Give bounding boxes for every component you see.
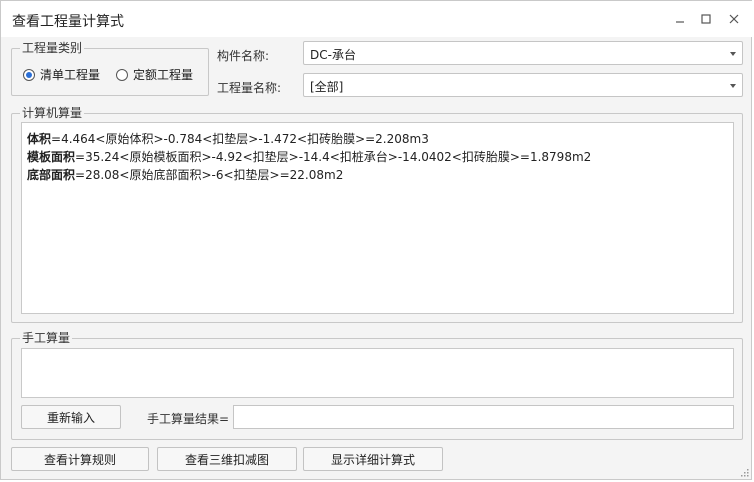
component-name-value: DC-承台 [310, 48, 356, 62]
radio-checked-icon [23, 68, 35, 81]
formula-line: 体积=4.464<原始体积>-0.784<扣垫层>-1.472<扣砖胎膜>=2.… [27, 130, 429, 147]
close-button[interactable] [723, 9, 745, 29]
formula-name: 底部面积 [27, 168, 76, 182]
dialog-title: 查看工程量计算式 [12, 14, 124, 30]
computer-calc-legend: 计算机算量 [20, 106, 85, 120]
manual-calc-group: 手工算量 重新输入 手工算量结果= [11, 331, 743, 440]
radio-bill-quantity-label: 清单工程量 [40, 68, 101, 82]
maximize-button[interactable] [695, 9, 717, 29]
view-3d-button[interactable]: 查看三维扣减图 [157, 447, 297, 471]
formula-expr: =35.24<原始模板面积>-4.92<扣垫层>-14.4<扣桩承台>-14.0… [75, 150, 592, 164]
show-detail-button[interactable]: 显示详细计算式 [303, 447, 443, 471]
chevron-down-icon [730, 52, 736, 56]
manual-result-input[interactable] [233, 405, 734, 429]
close-icon [729, 14, 739, 24]
reinput-button[interactable]: 重新输入 [21, 405, 121, 429]
quantity-name-label: 工程量名称: [217, 81, 282, 95]
manual-calc-legend: 手工算量 [20, 331, 73, 345]
radio-bill-quantity[interactable]: 清单工程量 [23, 66, 100, 83]
view-rules-button[interactable]: 查看计算规则 [11, 447, 149, 471]
quantity-name-value: [全部] [310, 80, 344, 94]
radio-norm-quantity[interactable]: 定额工程量 [116, 66, 193, 83]
formula-name: 模板面积 [27, 150, 76, 164]
formula-dialog: 查看工程量计算式 工程量类别 清单工程量 定额工程量 构件名称: DC-承台 工… [0, 0, 753, 480]
quantity-type-group: 工程量类别 清单工程量 定额工程量 [11, 41, 209, 96]
component-name-label: 构件名称: [217, 49, 270, 63]
maximize-icon [701, 14, 711, 24]
formula-expr: =28.08<原始底部面积>-6<扣垫层>=22.08m2 [75, 168, 344, 182]
formula-expr: =4.464<原始体积>-0.784<扣垫层>-1.472<扣砖胎膜>=2.20… [51, 132, 429, 146]
component-name-select[interactable]: DC-承台 [303, 41, 743, 65]
manual-result-label: 手工算量结果= [147, 412, 230, 426]
title-bar: 查看工程量计算式 [1, 1, 753, 37]
radio-norm-quantity-label: 定额工程量 [133, 68, 194, 82]
resize-grip-icon[interactable] [741, 469, 749, 477]
formula-name: 体积 [27, 132, 52, 146]
computer-calc-textarea[interactable]: 体积=4.464<原始体积>-0.784<扣垫层>-1.472<扣砖胎膜>=2.… [21, 122, 734, 314]
manual-calc-textarea[interactable] [21, 348, 734, 398]
chevron-down-icon [730, 84, 736, 88]
formula-line: 底部面积=28.08<原始底部面积>-6<扣垫层>=22.08m2 [27, 166, 343, 183]
quantity-name-select[interactable]: [全部] [303, 73, 743, 97]
computer-calc-group: 计算机算量 体积=4.464<原始体积>-0.784<扣垫层>-1.472<扣砖… [11, 106, 743, 323]
formula-line: 模板面积=35.24<原始模板面积>-4.92<扣垫层>-14.4<扣桩承台>-… [27, 148, 591, 165]
quantity-type-legend: 工程量类别 [20, 41, 85, 55]
radio-unchecked-icon [116, 68, 128, 81]
minimize-icon [676, 21, 684, 23]
minimize-button[interactable] [669, 9, 691, 29]
